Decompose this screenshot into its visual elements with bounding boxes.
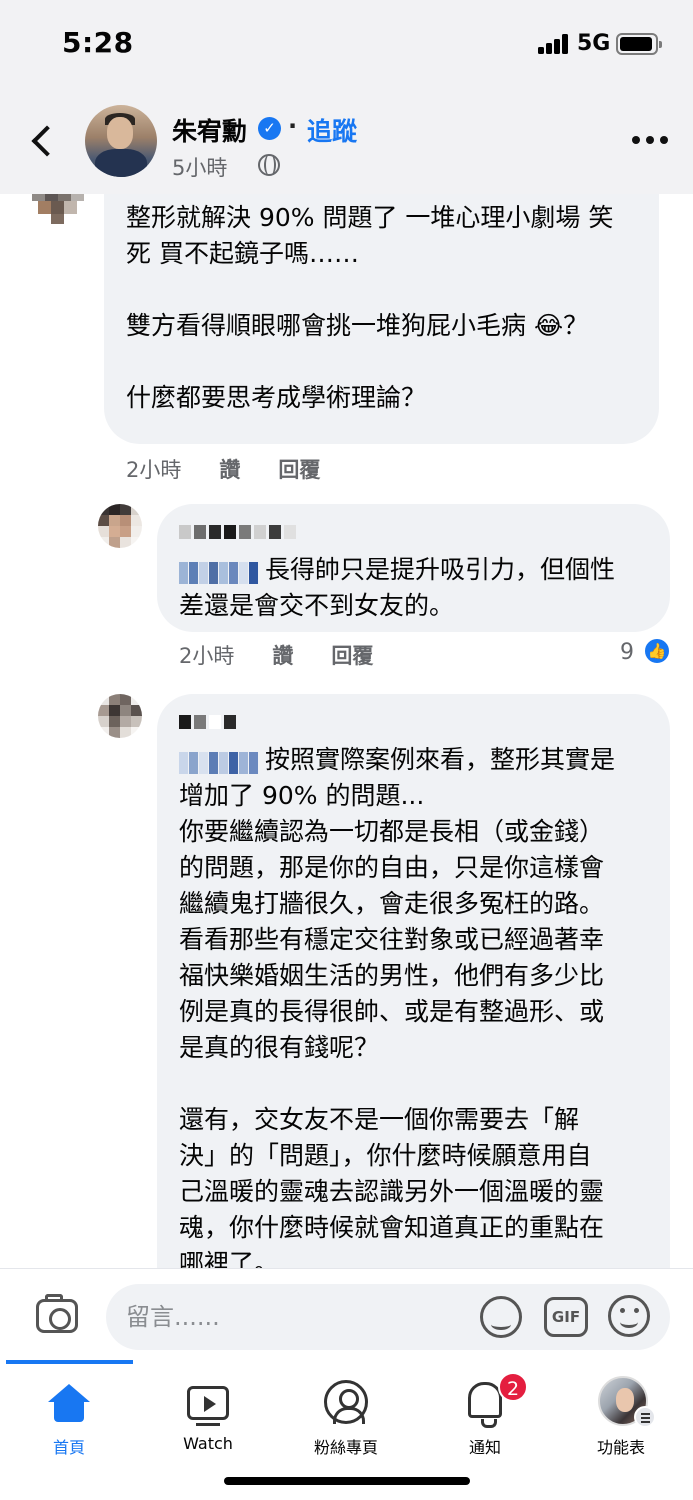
notification-badge: 2 [498, 1372, 528, 1402]
home-indicator [224, 1477, 470, 1485]
menu-icon [634, 1406, 656, 1428]
home-icon [48, 1384, 90, 1422]
status-bar: 5:28 5G [0, 0, 693, 90]
separator-dot: · [288, 112, 298, 140]
like-button[interactable]: 讚 [219, 458, 240, 482]
network-label: 5G [577, 31, 611, 56]
comment-time[interactable]: 2小時 [179, 644, 234, 668]
commenter-name[interactable] [179, 708, 648, 738]
tab-label: 首頁 [52, 1438, 85, 1457]
reply-bubble[interactable]: 長得帥只是提升吸引力，但個性 差還是會交不到女友的。 [157, 504, 670, 632]
tab-menu[interactable]: 功能表 [556, 1372, 686, 1472]
commenter-avatar[interactable] [26, 194, 90, 236]
tab-home[interactable]: 首頁 [4, 1372, 134, 1472]
bell-icon [468, 1382, 502, 1428]
camera-icon[interactable] [36, 1294, 78, 1333]
commenter-name[interactable] [179, 518, 648, 548]
comment-actions: 2小時 讚 回覆 [126, 454, 358, 484]
commenter-avatar[interactable] [98, 694, 142, 738]
follow-button[interactable]: 追蹤 [307, 112, 357, 148]
author-avatar[interactable] [85, 105, 157, 177]
tab-label: Watch [183, 1434, 233, 1453]
globe-icon [258, 153, 280, 176]
comment-text: 按照實際案例來看，整形其實是 增加了 90% 的問題... 你要繼續認為一切都是… [179, 745, 616, 1268]
post-header: 朱宥勳 ✓ · 追蹤 5小時 [0, 90, 693, 194]
battery-icon [616, 33, 662, 55]
reply-actions: 2小時 讚 回覆 [179, 640, 411, 670]
comment-bubble[interactable]: 整形就解決 90% 問題了 一堆心理小劇場 笑 死 買不起鏡子嗎…… 雙方看得順… [104, 194, 659, 444]
comment-time[interactable]: 2小時 [126, 458, 181, 482]
reply-bubble[interactable]: 按照實際案例來看，整形其實是 增加了 90% 的問題... 你要繼續認為一切都是… [157, 694, 670, 1268]
tab-label: 通知 [468, 1438, 501, 1457]
tab-watch[interactable]: Watch [143, 1372, 273, 1472]
mention-tag[interactable] [179, 748, 259, 774]
comments-list: 整形就解決 90% 問題了 一堆心理小劇場 笑 死 買不起鏡子嗎…… 雙方看得順… [0, 194, 693, 1268]
tab-notifications[interactable]: 2 通知 [420, 1372, 550, 1472]
more-options-icon[interactable] [632, 130, 668, 150]
emoji-icon[interactable] [608, 1295, 650, 1337]
signal-icon [538, 34, 570, 54]
comment-text: 長得帥只是提升吸引力，但個性 差還是會交不到女友的。 [179, 555, 616, 620]
reply-button[interactable]: 回覆 [278, 458, 320, 482]
back-arrow-icon[interactable] [30, 124, 54, 158]
comment-text: 整形就解決 90% 問題了 一堆心理小劇場 笑 死 買不起鏡子嗎…… 雙方看得順… [126, 203, 614, 412]
author-name[interactable]: 朱宥勳 [172, 112, 247, 148]
post-time[interactable]: 5小時 [172, 152, 227, 182]
reaction-count[interactable]: 9 [620, 640, 634, 665]
like-reaction-icon[interactable]: 👍 [643, 637, 671, 665]
like-button[interactable]: 讚 [272, 644, 293, 668]
sticker-icon[interactable] [480, 1296, 522, 1338]
verified-badge-icon: ✓ [258, 117, 281, 140]
active-tab-indicator [6, 1360, 133, 1364]
commenter-avatar[interactable] [98, 504, 142, 548]
mention-tag[interactable] [179, 558, 259, 584]
tab-pages[interactable]: 粉絲專頁 [281, 1372, 411, 1472]
gif-icon[interactable]: GIF [544, 1297, 588, 1337]
status-time: 5:28 [62, 26, 134, 59]
tab-label: 粉絲專頁 [313, 1438, 378, 1457]
watch-icon [187, 1386, 229, 1426]
tab-label: 功能表 [596, 1438, 645, 1457]
pages-icon [324, 1380, 368, 1424]
reply-button[interactable]: 回覆 [331, 644, 373, 668]
comment-composer: GIF [0, 1268, 693, 1360]
